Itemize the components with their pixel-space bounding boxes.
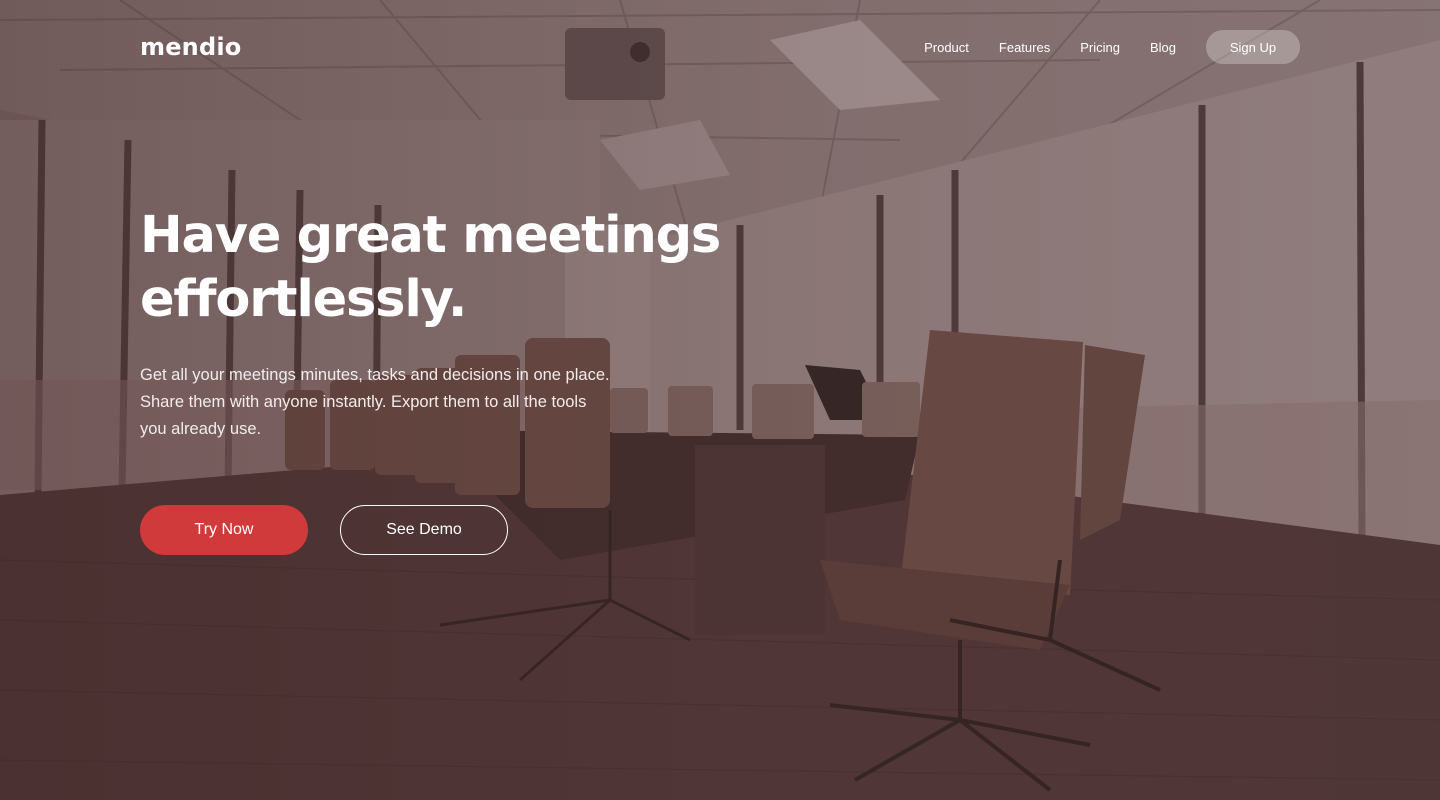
hero-subheadline: Get all your meetings minutes, tasks and… [140,366,610,438]
brand-logo[interactable]: mendio [140,33,241,61]
cta-buttons: Try Now See Demo [140,505,508,555]
hero-headline-line2: effortlessly. [140,270,467,329]
nav-link-pricing[interactable]: Pricing [1080,40,1120,55]
see-demo-button[interactable]: See Demo [340,505,508,555]
hero-headline: Have great meetings effortlessly. [140,204,760,332]
top-navbar: mendio Product Features Pricing Blog Sig… [0,0,1440,94]
try-now-button[interactable]: Try Now [140,505,308,555]
hero-section: mendio Product Features Pricing Blog Sig… [0,0,1440,800]
nav-link-blog[interactable]: Blog [1150,40,1176,55]
nav-link-product[interactable]: Product [924,40,969,55]
hero-content: Have great meetings effortlessly. Get al… [140,204,760,443]
signup-button[interactable]: Sign Up [1206,30,1300,64]
nav-links: Product Features Pricing Blog Sign Up [924,30,1300,64]
hero-headline-line1: Have great meetings [140,206,721,265]
nav-link-features[interactable]: Features [999,40,1050,55]
